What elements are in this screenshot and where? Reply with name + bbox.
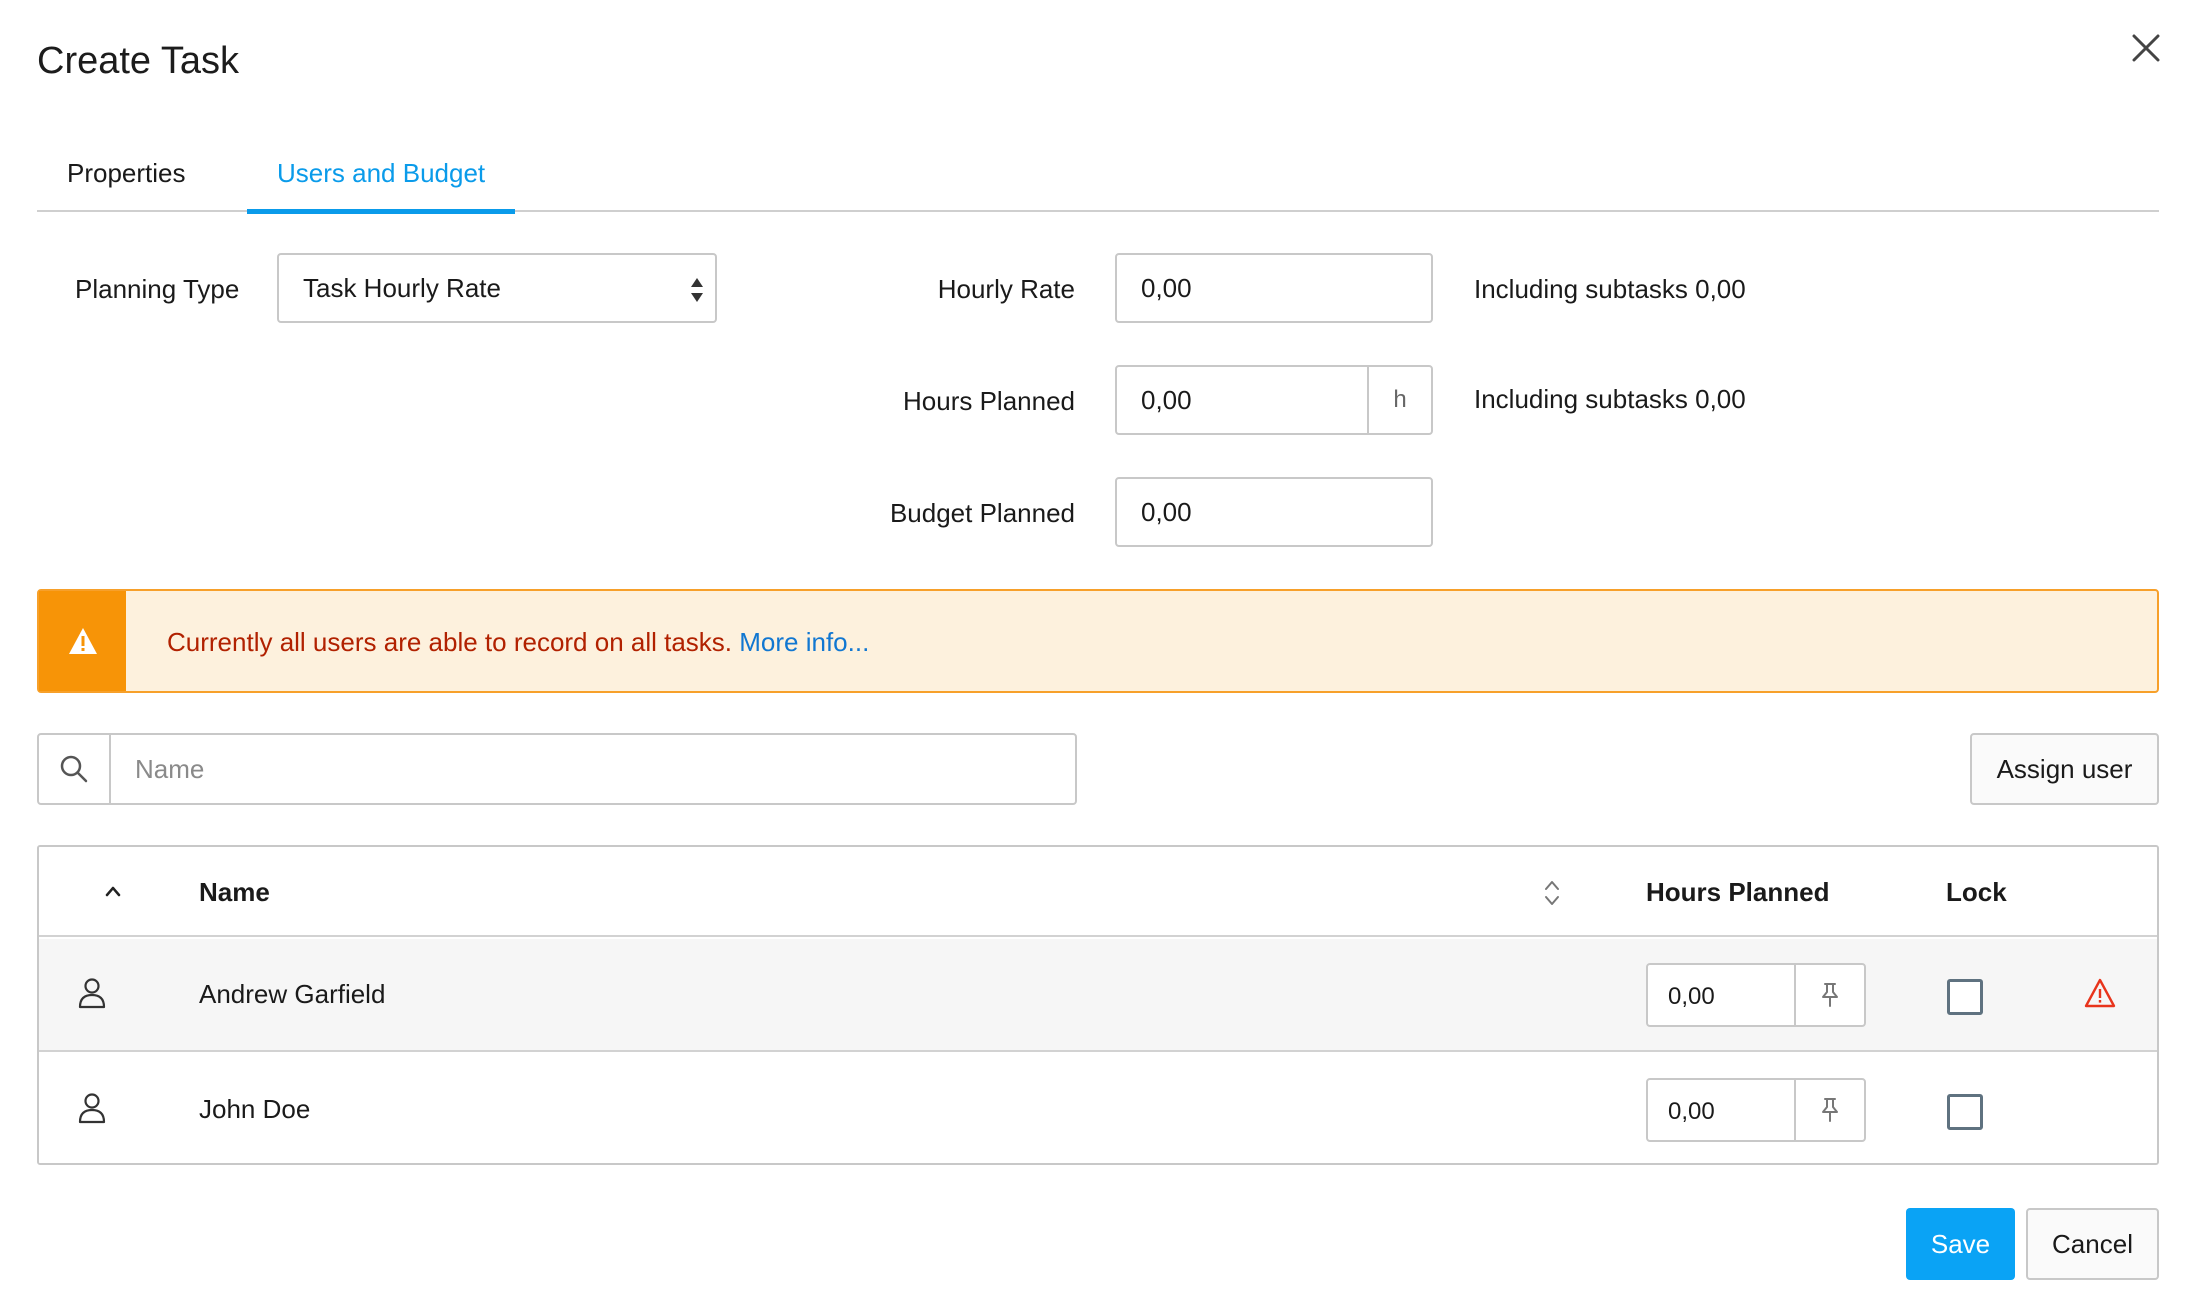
hours-planned-input[interactable]: 0,00 h [1115,365,1433,435]
tab-users-and-budget[interactable]: Users and Budget [247,158,516,214]
planning-type-value: Task Hourly Rate [303,272,501,303]
table-row: Andrew Garfield 0,00 [39,939,2157,1052]
user-name: Andrew Garfield [199,979,386,1009]
budget-planned-value: 0,00 [1141,496,1192,527]
tab-bar: Properties Users and Budget [37,148,2159,214]
user-icon [78,1093,106,1124]
user-search [37,733,1077,805]
planning-type-select[interactable]: Task Hourly Rate [277,253,717,323]
close-icon[interactable] [2124,26,2168,70]
users-table: Name Hours Planned Lock Andrew Garfield … [37,845,2159,1165]
hours-planned-label: Hours Planned [903,386,1075,416]
warning-icon [68,628,97,654]
hours-planned-value: 0,00 [1141,384,1192,415]
user-name: John Doe [199,1094,311,1124]
hourly-rate-value: 0,00 [1141,272,1192,303]
name-search-input[interactable] [113,735,1073,803]
hours-planned-subtasks-note: Including subtasks 0,00 [1474,384,1746,414]
lock-checkbox[interactable] [1947,979,1983,1015]
hourly-rate-label: Hourly Rate [937,274,1075,304]
hours-unit: h [1367,367,1431,433]
warning-icon [2084,978,2116,1008]
tab-properties[interactable]: Properties [67,158,186,212]
save-button[interactable]: Save [1906,1208,2015,1280]
user-hours-input[interactable]: 0,00 [1646,1078,1866,1142]
user-hours-value: 0,00 [1668,1098,1715,1125]
budget-planned-label: Budget Planned [889,498,1075,528]
sort-toggle-icon[interactable] [1541,877,1563,909]
alert-message: Currently all users are able to record o… [167,627,869,658]
hourly-rate-input[interactable]: 0,00 [1115,253,1433,323]
table-row: John Doe 0,00 [39,1054,2157,1163]
column-header-name[interactable]: Name [199,877,270,908]
planning-type-label: Planning Type [75,274,240,304]
dialog-title: Create Task [37,40,240,82]
hourly-rate-subtasks-note: Including subtasks 0,00 [1474,274,1746,304]
cancel-button[interactable]: Cancel [2026,1208,2159,1280]
user-hours-input[interactable]: 0,00 [1646,963,1866,1027]
pin-icon[interactable] [1794,1080,1864,1140]
assign-user-button[interactable]: Assign user [1970,733,2159,805]
budget-planned-input[interactable]: 0,00 [1115,477,1433,547]
search-icon [39,735,111,803]
sort-up-icon[interactable] [103,883,123,899]
user-hours-value: 0,00 [1668,983,1715,1010]
pin-icon[interactable] [1794,965,1864,1025]
permission-alert: Currently all users are able to record o… [37,589,2159,693]
user-icon [78,978,106,1009]
column-header-lock: Lock [1946,877,2007,907]
alert-message-text: Currently all users are able to record o… [167,627,733,657]
table-header: Name Hours Planned Lock [39,847,2157,937]
alert-icon-box [39,591,126,691]
column-header-hours-planned: Hours Planned [1646,877,1830,907]
lock-checkbox[interactable] [1947,1094,1983,1130]
more-info-link[interactable]: More info... [739,627,869,657]
select-arrows-icon [691,278,703,302]
